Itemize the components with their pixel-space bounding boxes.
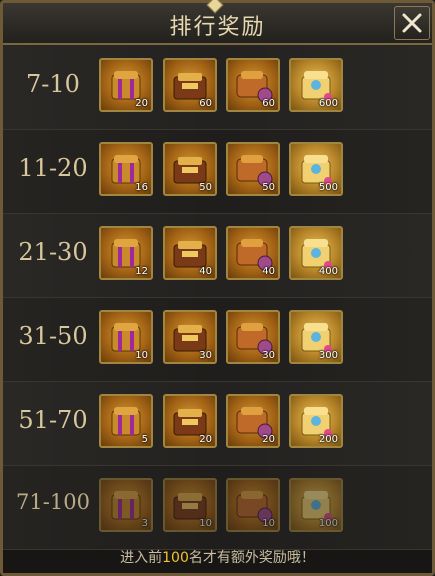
- rank-range: 31-50: [18, 322, 88, 350]
- item-count: 20: [135, 98, 148, 109]
- item-count: 3: [141, 518, 148, 529]
- close-button[interactable]: [394, 6, 430, 40]
- reward-item[interactable]: 10: [163, 478, 217, 532]
- reward-item[interactable]: 20: [99, 58, 153, 112]
- rank-range: 7-10: [26, 70, 80, 98]
- footer-hint: 进入前100名才有额外奖励哦！: [3, 547, 432, 567]
- close-icon: [402, 13, 422, 33]
- reward-row: 51-70 5 20 20 200: [3, 382, 432, 466]
- item-count: 100: [318, 518, 338, 529]
- item-count: 40: [199, 266, 212, 277]
- reward-rows: 7-10 20 60 60 600 11-20 16 50 50 500 21-…: [3, 46, 432, 550]
- rank-range: 71-100: [16, 490, 90, 514]
- reward-item[interactable]: 60: [163, 58, 217, 112]
- item-count: 50: [199, 182, 212, 193]
- reward-item[interactable]: 200: [289, 394, 343, 448]
- reward-item[interactable]: 20: [163, 394, 217, 448]
- reward-row: 71-100 3 10 10 100: [3, 466, 432, 550]
- item-count: 400: [318, 266, 338, 277]
- item-count: 10: [199, 518, 212, 529]
- item-count: 12: [135, 266, 148, 277]
- item-count: 60: [199, 98, 212, 109]
- panel-header: 排行奖励: [3, 0, 432, 45]
- reward-item[interactable]: 30: [226, 310, 280, 364]
- reward-item[interactable]: 10: [99, 310, 153, 364]
- reward-row: 31-50 10 30 30 300: [3, 298, 432, 382]
- reward-item[interactable]: 10: [226, 478, 280, 532]
- item-count: 200: [318, 434, 338, 445]
- reward-item[interactable]: 30: [163, 310, 217, 364]
- footer-prefix: 进入前: [120, 550, 163, 566]
- reward-item[interactable]: 16: [99, 142, 153, 196]
- item-count: 10: [262, 518, 275, 529]
- item-count: 20: [262, 434, 275, 445]
- footer-suffix: 名才有额外奖励哦！: [188, 550, 315, 566]
- item-count: 30: [199, 350, 212, 361]
- reward-item[interactable]: 500: [289, 142, 343, 196]
- reward-item[interactable]: 40: [226, 226, 280, 280]
- reward-item[interactable]: 5: [99, 394, 153, 448]
- reward-item[interactable]: 100: [289, 478, 343, 532]
- item-count: 40: [262, 266, 275, 277]
- reward-item[interactable]: 600: [289, 58, 343, 112]
- reward-row: 11-20 16 50 50 500: [3, 130, 432, 214]
- reward-item[interactable]: 400: [289, 226, 343, 280]
- reward-item[interactable]: 300: [289, 310, 343, 364]
- item-count: 30: [262, 350, 275, 361]
- item-count: 20: [199, 434, 212, 445]
- reward-row: 7-10 20 60 60 600: [3, 46, 432, 130]
- rank-range: 11-20: [18, 154, 88, 182]
- rank-range: 21-30: [18, 238, 88, 266]
- item-count: 600: [318, 98, 338, 109]
- item-count: 5: [141, 434, 148, 445]
- item-count: 60: [262, 98, 275, 109]
- item-count: 16: [135, 182, 148, 193]
- reward-item[interactable]: 3: [99, 478, 153, 532]
- reward-item[interactable]: 50: [163, 142, 217, 196]
- reward-item[interactable]: 50: [226, 142, 280, 196]
- item-count: 500: [318, 182, 338, 193]
- rank-range: 51-70: [18, 406, 88, 434]
- rank-rewards-panel: 排行奖励 7-10 20 60 60 600 11-20 16 50 50 50…: [0, 0, 435, 576]
- reward-item[interactable]: 20: [226, 394, 280, 448]
- panel-title: 排行奖励: [169, 15, 266, 40]
- item-count: 10: [135, 350, 148, 361]
- reward-row: 21-30 12 40 40 400: [3, 214, 432, 298]
- item-count: 50: [262, 182, 275, 193]
- footer-highlight: 100: [162, 550, 189, 566]
- reward-item[interactable]: 12: [99, 226, 153, 280]
- item-count: 300: [318, 350, 338, 361]
- reward-item[interactable]: 60: [226, 58, 280, 112]
- reward-item[interactable]: 40: [163, 226, 217, 280]
